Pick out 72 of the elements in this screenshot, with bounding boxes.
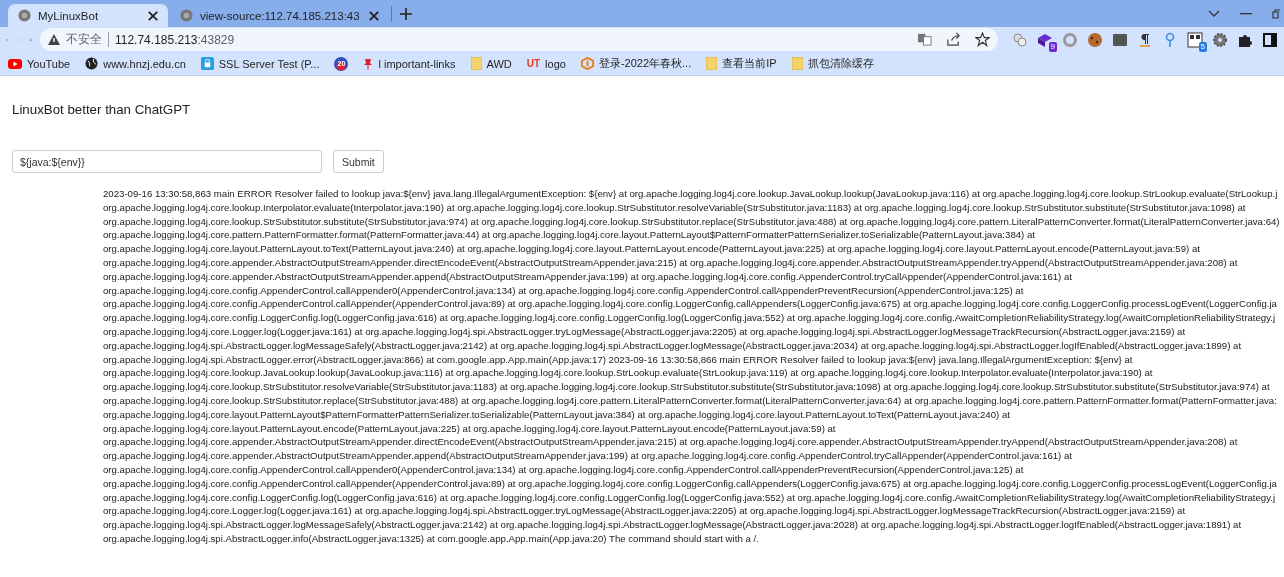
close-icon[interactable]	[146, 8, 160, 23]
gear-icon[interactable]	[1212, 31, 1228, 48]
bookmark[interactable]: YouTube	[8, 57, 71, 70]
log-line: org.apache.logging.log4j.core.layout.PatternLayout.encode(PatternLayout.java:225) at org.apache.logging.log4j.core.layout.PatternLayout.encode(PatternLayout.java:59) at	[103, 421, 836, 436]
log-line: org.apache.logging.log4j.spi.AbstractLogger.logMessageSafely(AbstractLogger.java:2142) at org.apache.logging.log4j.spi.AbstractLogger.logMessage(AbstractLogger.java:2034) at org.apache.logging.log4j.spi.AbstractLogger.logIfEnabled(AbstractLogger.java:1899) at	[103, 338, 1242, 353]
qr-icon[interactable]	[1187, 31, 1203, 48]
warning-icon	[48, 34, 60, 45]
cube-icon[interactable]	[1037, 31, 1053, 48]
log-line: org.apache.logging.log4j.core.Logger.log(Logger.java:161) at org.apache.logging.log4j.spi.AbstractLogger.tryLogMessage(AbstractLogger.java:2205) at org.apache.logging.log4j.spi.AbstractLogger.logMessageTrackRecursion(AbstractLogger.java:2159) at	[103, 324, 1186, 339]
star-icon[interactable]	[975, 32, 990, 47]
log-line: org.apache.logging.log4j.core.lookup.StrSubstitutor.substitute(StrSubstitutor.java:974) at org.apache.logging.log4j.core.lookup.StrSubstitutor.replace(StrSubstitutor.java:488) at org.apache.logging.log4j.core.pattern.LiteralPatternConverter.format(LiteralPatternConverter.java:64)	[103, 214, 1280, 229]
log-line: org.apache.logging.log4j.core.Logger.log(Logger.java:161) at org.apache.logging.log4j.spi.AbstractLogger.tryLogMessage(AbstractLogger.java:2205) at org.apache.logging.log4j.spi.AbstractLogger.logMessageTrackRecursion(AbstractLogger.java:2159) at	[103, 504, 1186, 519]
log-line: org.apache.logging.log4j.core.lookup.JavaLookup.lookup(JavaLookup.java:116) at org.apache.logging.log4j.core.lookup.StrLookup.evaluate(StrLookup.java:119) at org.apache.logging.log4j.core.lookup.Interpolator.evaluate(Interpolator.java:190) at	[103, 366, 1153, 381]
minimize-icon[interactable]	[1240, 12, 1252, 15]
log-line: 2023-09-16 13:30:58,863 main ERROR Resolver failed to lookup java:${env} java.lang.IllegalArgumentException: ${env} at org.apache.logging.log4j.core.lookup.JavaLookup.lookup(JavaLookup.java:116) at org.apache.logging.log4j.core.lookup.StrLookup.evaluate(StrLookup.j	[103, 187, 1278, 201]
chevron-down-icon[interactable]	[1208, 9, 1220, 18]
bookmark[interactable]: UT logo	[526, 57, 566, 70]
browser-tab[interactable]: MyLinuxBot	[8, 4, 168, 27]
count-badge: 5	[1198, 41, 1207, 52]
restore-icon[interactable]	[1272, 8, 1280, 19]
log-line: org.apache.logging.log4j.core.config.AppenderControl.callAppender0(AppenderControl.java:134) at org.apache.logging.log4j.core.config.AppenderControl.callAppenderPreventRecursion(AppenderControl.java:125) at	[103, 462, 1024, 477]
lock-icon	[200, 57, 214, 70]
shield-icon	[580, 57, 594, 70]
translate-icon[interactable]	[917, 32, 932, 47]
side-panel-icon[interactable]	[1262, 31, 1278, 48]
address-bar[interactable]: 不安全 112.74.185.213:43829	[40, 28, 998, 51]
share-icon[interactable]	[946, 32, 961, 47]
log-line: org.apache.logging.log4j.core.lookup.StrSubstitutor.replace(StrSubstitutor.java:488) at org.apache.logging.log4j.core.pattern.LiteralPatternConverter.format(LiteralPatternConverter.java:64) at org.apache.logging.log4j.core.pattern.PatternFormatter.format(PatternFormatter.java:	[103, 393, 1277, 408]
bookmark[interactable]: SSL Server Test (P...	[200, 57, 320, 70]
close-icon[interactable]	[366, 8, 381, 23]
logo-icon: UT	[526, 58, 541, 69]
bookmark[interactable]: www.hnzj.edu.cn	[85, 57, 186, 70]
log-line: org.apache.logging.log4j.core.layout.PatternLayout$PatternFormatterPatternSerializer.toSerializable(PatternLayout.java:384) at org.apache.logging.log4j.core.layout.PatternLayout.toText(PatternLayout.java:240) at	[103, 407, 1010, 422]
youtube-icon	[8, 58, 22, 69]
folder-icon	[470, 57, 482, 70]
bubbles-icon[interactable]	[1012, 31, 1028, 48]
page-heading: LinuxBot better than ChatGPT	[12, 102, 192, 117]
folder-icon	[706, 57, 718, 70]
log-line: org.apache.logging.log4j.core.config.LoggerConfig.log(LoggerConfig.java:616) at org.apache.logging.log4j.core.config.LoggerConfig.log(LoggerConfig.java:552) at org.apache.logging.log4j.core.config.AwaitCompletionReliabilityStrategy.log(AwaitCompletionReliabilityStrategy.j	[103, 490, 1276, 505]
bookmark[interactable]: 查看当前IP	[706, 56, 777, 71]
security-label: 不安全	[66, 32, 109, 47]
submit-button[interactable]: Submit	[333, 150, 384, 173]
log-line: org.apache.logging.log4j.core.config.AppenderControl.callAppender0(AppenderControl.java:134) at org.apache.logging.log4j.core.config.AppenderControl.callAppenderPreventRecursion(AppenderControl.java:125) at	[103, 283, 1024, 298]
log-line: org.apache.logging.log4j.core.config.AppenderControl.callAppender(AppenderControl.java:89) at org.apache.logging.log4j.core.config.LoggerConfig.callAppenders(LoggerConfig.java:675) at org.apache.logging.log4j.core.config.LoggerConfig.processLogEvent(LoggerConfig.ja	[103, 476, 1277, 491]
url-text: 112.74.185.213:43829	[115, 32, 235, 47]
log-line: org.apache.logging.log4j.spi.AbstractLogger.info(AbstractLogger.java:1325) at com.google.app.App.main(App.java:20) The command should start with a /.	[103, 531, 759, 546]
log-line: org.apache.logging.log4j.core.appender.AbstractOutputStreamAppender.append(AbstractOutputStreamAppender.java:199) at org.apache.logging.log4j.core.config.AppenderControl.tryCallAppender(AppenderControl.java:161) at	[103, 449, 1072, 463]
log-line: org.apache.logging.log4j.core.appender.AbstractOutputStreamAppender.directEncodeEvent(AbstractOutputStreamAppender.java:215) at org.apache.logging.log4j.core.appender.AbstractOutputStreamAppender.tryAppend(AbstractOutputStreamAppender.java:208) at	[103, 256, 1238, 270]
log-line: org.apache.logging.log4j.spi.AbstractLogger.logMessageSafely(AbstractLogger.java:2142) at org.apache.logging.log4j.spi.AbstractLogger.logMessage(AbstractLogger.java:2028) at org.apache.logging.log4j.spi.AbstractLogger.logIfEnabled(AbstractLogger.java:1891) at	[103, 518, 1242, 532]
log-line: org.apache.logging.log4j.core.appender.AbstractOutputStreamAppender.directEncodeEvent(AbstractOutputStreamAppender.java:215) at org.apache.logging.log4j.core.appender.AbstractOutputStreamAppender.tryAppend(AbstractOutputStreamAppender.java:208) at	[103, 435, 1238, 450]
browser-tab[interactable]: view-source:112.74.185.213:43	[170, 4, 389, 27]
log-line: org.apache.logging.log4j.core.appender.AbstractOutputStreamAppender.append(AbstractOutputStreamAppender.java:199) at org.apache.logging.log4j.core.config.AppenderControl.tryCallAppender(AppenderControl.java:161) at	[103, 269, 1072, 284]
log-line: org.apache.logging.log4j.core.layout.PatternLayout.toText(PatternLayout.java:240) at org.apache.logging.log4j.core.layout.PatternLayout.encode(PatternLayout.java:225) at org.apache.logging.log4j.core.layout.PatternLayout.encode(PatternLayout.java:59) at	[103, 242, 1200, 256]
pushpin-icon	[363, 57, 374, 70]
bookmark[interactable]: l important-links	[363, 57, 456, 70]
cookie-icon[interactable]	[1087, 31, 1103, 48]
folder-icon	[791, 57, 803, 70]
globe-icon	[180, 9, 193, 22]
pilcrow-icon[interactable]	[1137, 31, 1153, 48]
bookmark[interactable]: AWD	[470, 57, 512, 70]
log-line: org.apache.logging.log4j.core.pattern.PatternFormatter.format(PatternFormatter.java:44) at org.apache.logging.log4j.core.layout.PatternLayout$PatternFormatterPatternSerializer.toSerializable(PatternLayout.java:384) at	[103, 228, 1035, 243]
globe-icon	[85, 57, 99, 70]
command-input[interactable]: ${java:${env}}	[12, 150, 322, 173]
log-line: org.apache.logging.log4j.core.lookup.StrSubstitutor.resolveVariable(StrSubstitutor.java:1183) at org.apache.logging.log4j.core.lookup.StrSubstitutor.substitute(StrSubstitutor.java:1098) at org.apache.logging.log4j.core.lookup.StrSubstitutor.substitute(StrSubstitutor.java:974) at	[103, 380, 1270, 394]
globe-icon	[18, 9, 31, 22]
count-badge: 9	[1048, 41, 1057, 52]
log-line: org.apache.logging.log4j.core.lookup.Interpolator.evaluate(Interpolator.java:190) at org.apache.logging.log4j.core.lookup.StrSubstitutor.resolveVariable(StrSubstitutor.java:1183) at org.apache.logging.log4j.core.lookup.StrSubstitutor.substitute(StrSubstitutor.java:1098) at	[103, 200, 1246, 215]
log-line: org.apache.logging.log4j.core.config.AppenderControl.callAppender(AppenderControl.java:89) at org.apache.logging.log4j.core.config.LoggerConfig.callAppenders(LoggerConfig.java:675) at org.apache.logging.log4j.core.config.LoggerConfig.processLogEvent(LoggerConfig.ja	[103, 297, 1277, 312]
log-line: org.apache.logging.log4j.core.config.LoggerConfig.log(LoggerConfig.java:616) at org.apache.logging.log4j.core.config.LoggerConfig.log(LoggerConfig.java:552) at org.apache.logging.log4j.core.config.AwaitCompletionReliabilityStrategy.log(AwaitCompletionReliabilityStrategy.j	[103, 311, 1276, 325]
bookmark[interactable]: 登录-2022年春秋...	[580, 56, 692, 71]
log-line: org.apache.logging.log4j.spi.AbstractLogger.error(AbstractLogger.java:866) at com.google.app.App.main(App.java:17) 2023-09-16 13:30:58,866 main ERROR Resolver failed to lookup java:${env} java.lang.IllegalArgumentException: ${env} at	[103, 352, 1133, 367]
bookmark[interactable]: 抓包清除缓存	[791, 56, 874, 71]
